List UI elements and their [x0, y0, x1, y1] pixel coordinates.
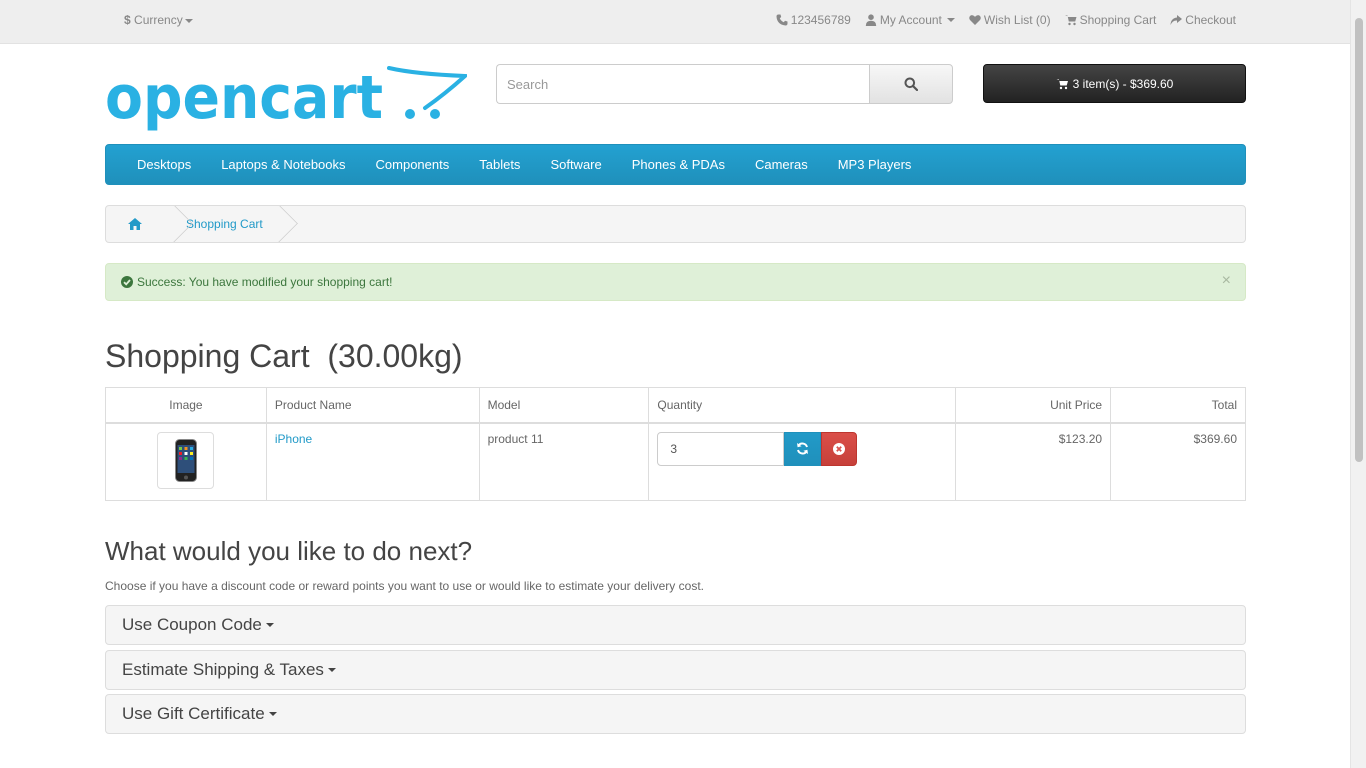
- top-links: 123456789 My Account Wish List (0) Shopp…: [776, 13, 1236, 27]
- table-header-row: Image Product Name Model Quantity Unit P…: [105, 387, 1246, 424]
- coupon-code-panel[interactable]: Use Coupon Code: [105, 605, 1246, 645]
- breadcrumb: Shopping Cart: [105, 205, 1246, 243]
- menu-item-laptops-notebooks[interactable]: Laptops & Notebooks: [206, 145, 360, 184]
- currency-dropdown[interactable]: $ Currency: [124, 13, 193, 27]
- quantity-input[interactable]: [657, 431, 785, 466]
- next-steps-heading: What would you like to do next?: [105, 536, 473, 566]
- check-circle-icon: [121, 276, 133, 288]
- row-total: $369.60: [1110, 422, 1246, 501]
- success-alert: Success: You have modified your shopping…: [105, 263, 1246, 301]
- menu-item-desktops[interactable]: Desktops: [122, 145, 206, 184]
- header-cart-label: 3 item(s) - $369.60: [1072, 76, 1174, 91]
- caret-down-icon: [265, 623, 274, 627]
- close-icon[interactable]: ×: [1222, 272, 1231, 290]
- wishlist-link[interactable]: Wish List (0): [969, 13, 1051, 27]
- share-icon: [1170, 15, 1183, 25]
- my-account-dropdown[interactable]: My Account: [865, 13, 955, 27]
- iphone-image: [175, 438, 198, 482]
- product-model: product 11: [478, 422, 650, 501]
- unit-price: $123.20: [955, 422, 1112, 501]
- column-header-product-name: Product Name: [265, 387, 480, 424]
- shopping-cart-label: Shopping Cart: [1079, 13, 1157, 27]
- phone-icon: [776, 14, 788, 26]
- caret-down-icon: [184, 18, 193, 23]
- refresh-icon: [797, 442, 809, 455]
- menu-item-software[interactable]: Software: [535, 145, 616, 184]
- my-account-label: My Account: [879, 13, 942, 27]
- product-name-cell: iPhone: [265, 422, 480, 501]
- header-cart-button[interactable]: 3 item(s) - $369.60: [983, 64, 1246, 103]
- home-icon: [128, 218, 142, 230]
- main-menu: Desktops Laptops & Notebooks Components …: [105, 144, 1246, 185]
- product-thumbnail[interactable]: [157, 431, 215, 489]
- phone-number: 123456789: [790, 13, 851, 27]
- checkout-label: Checkout: [1185, 13, 1236, 27]
- menu-item-components[interactable]: Components: [361, 145, 465, 184]
- cart-icon: [1064, 15, 1077, 26]
- checkout-link[interactable]: Checkout: [1170, 13, 1236, 27]
- alert-message: Success: You have modified your shopping…: [137, 275, 393, 289]
- breadcrumb-shopping-cart[interactable]: Shopping Cart: [184, 217, 263, 231]
- shopping-cart-link[interactable]: Shopping Cart: [1064, 13, 1157, 27]
- column-header-unit-price: Unit Price: [955, 387, 1112, 424]
- user-icon: [865, 14, 877, 26]
- top-bar: $ Currency 123456789 My Account Wish Lis…: [0, 0, 1350, 44]
- gift-certificate-label: Use Gift Certificate: [122, 704, 265, 723]
- product-name-link[interactable]: iPhone: [275, 432, 312, 446]
- quantity-cell: [648, 422, 957, 501]
- search-group: [496, 64, 953, 104]
- next-steps-description: Choose if you have a discount code or re…: [105, 579, 704, 593]
- caret-down-icon: [327, 668, 336, 672]
- menu-item-mp3-players[interactable]: MP3 Players: [823, 145, 927, 184]
- search-button[interactable]: [869, 64, 953, 104]
- product-image-cell: [105, 422, 267, 501]
- menu-item-phones-pdas[interactable]: Phones & PDAs: [617, 145, 740, 184]
- breadcrumb-separator: [269, 206, 289, 242]
- wishlist-label: Wish List (0): [983, 13, 1051, 27]
- caret-down-icon: [946, 18, 955, 22]
- estimate-shipping-label: Estimate Shipping & Taxes: [122, 660, 324, 679]
- caret-down-icon: [268, 712, 277, 716]
- estimate-shipping-panel[interactable]: Estimate Shipping & Taxes: [105, 650, 1246, 690]
- scrollbar-thumb[interactable]: [1355, 18, 1363, 462]
- remove-item-button[interactable]: [820, 431, 858, 466]
- search-icon: [904, 77, 918, 91]
- update-quantity-button[interactable]: [784, 431, 821, 466]
- coupon-code-label: Use Coupon Code: [122, 615, 262, 634]
- page-scrollbar[interactable]: [1350, 0, 1366, 768]
- column-header-image: Image: [105, 387, 267, 424]
- cart-icon: [1056, 78, 1068, 89]
- column-header-model: Model: [478, 387, 650, 424]
- phone-link[interactable]: 123456789: [776, 13, 851, 27]
- gift-certificate-panel[interactable]: Use Gift Certificate: [105, 694, 1246, 734]
- cart-table: Image Product Name Model Quantity Unit P…: [105, 387, 1246, 501]
- menu-item-cameras[interactable]: Cameras: [740, 145, 823, 184]
- logo-text: opencart: [105, 64, 383, 133]
- search-input[interactable]: [496, 64, 869, 104]
- breadcrumb-separator: [164, 206, 184, 242]
- opencart-logo[interactable]: opencart: [105, 63, 470, 136]
- table-row: iPhone product 11 $123.20 $369.60: [105, 422, 1246, 501]
- menu-item-tablets[interactable]: Tablets: [464, 145, 535, 184]
- column-header-quantity: Quantity: [648, 387, 957, 424]
- currency-symbol: $: [124, 13, 131, 27]
- heart-icon: [969, 15, 981, 25]
- currency-label: Currency: [134, 13, 183, 27]
- column-header-total: Total: [1110, 387, 1246, 424]
- quantity-group: [657, 431, 858, 466]
- remove-circle-icon: [833, 442, 846, 455]
- page-title: Shopping Cart (30.00kg): [105, 338, 463, 374]
